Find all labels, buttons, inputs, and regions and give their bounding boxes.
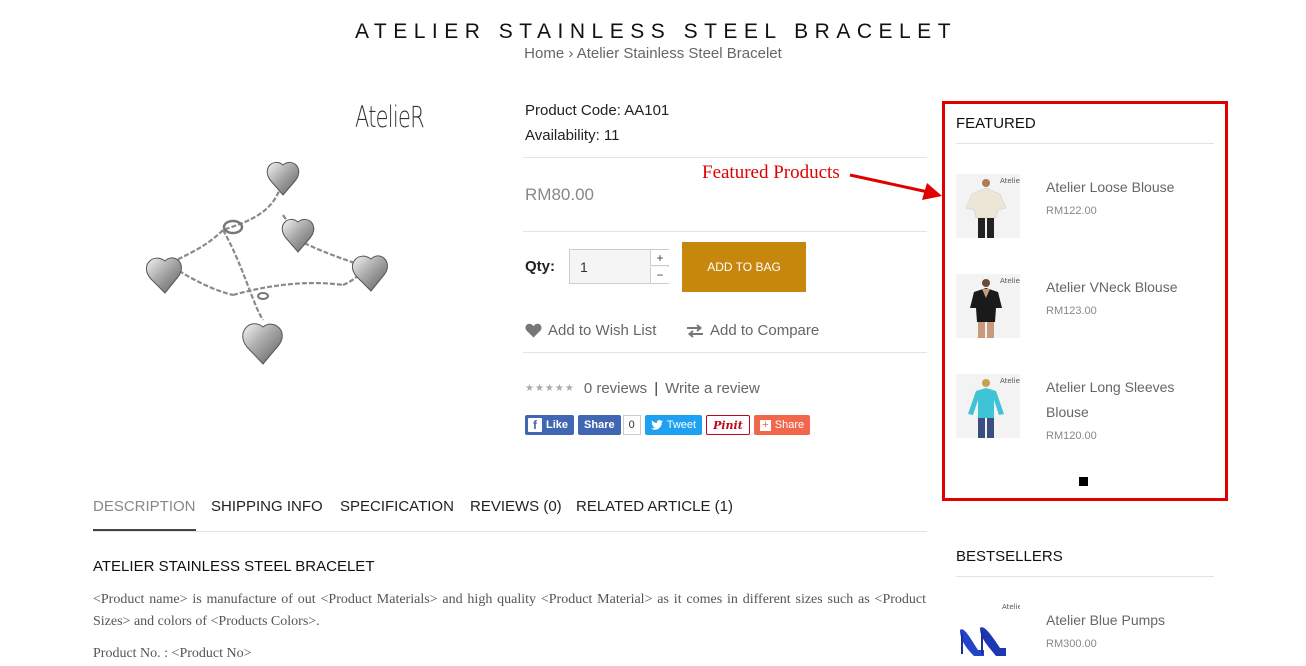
breadcrumb-separator: › — [568, 45, 574, 62]
add-to-compare-link[interactable]: Add to Compare — [686, 322, 819, 339]
qty-label: Qty: — [525, 258, 555, 275]
svg-text:AtelieR: AtelieR — [1000, 377, 1020, 385]
product-tabs: DESCRIPTION SHIPPING INFO SPECIFICATION … — [93, 498, 927, 532]
featured-products-annotation: Featured Products — [702, 162, 840, 183]
social-share-bar: f Like Share 0 Tweet Pinit + Share — [525, 415, 811, 435]
featured-product-image[interactable]: AtelieR — [956, 374, 1020, 438]
rating-row: ★★★★★ 0 reviews | Write a review — [525, 380, 760, 397]
annotation-arrow-icon — [849, 173, 942, 200]
bestsellers-heading: BESTSELLERS — [956, 548, 1063, 565]
write-review-link[interactable]: Write a review — [665, 380, 760, 397]
twitter-icon — [650, 420, 663, 430]
exchange-icon — [687, 323, 703, 338]
pinterest-pin-button[interactable]: Pinit — [706, 415, 750, 435]
bestseller-product-price: RM300.00 — [1046, 638, 1097, 650]
bestseller-product-image[interactable]: AtelieR — [956, 600, 1020, 664]
heart-icon — [525, 323, 542, 338]
description-title: ATELIER STAINLESS STEEL BRACELET — [93, 558, 375, 575]
featured-product-price: RM122.00 — [1046, 205, 1097, 217]
product-code: Product Code: AA101 — [525, 102, 670, 119]
review-separator: | — [654, 380, 659, 397]
tab-description[interactable]: DESCRIPTION — [93, 498, 196, 531]
add-to-wishlist-link[interactable]: Add to Wish List — [525, 322, 656, 339]
featured-product-price: RM120.00 — [1046, 430, 1097, 442]
tab-specification[interactable]: SPECIFICATION — [340, 498, 454, 529]
featured-product-name[interactable]: Atelier Loose Blouse — [1046, 175, 1206, 200]
description-product-no: Product No. : <Product No> — [93, 646, 252, 661]
brand-logo: AtelieR — [355, 100, 425, 134]
product-availability: Availability: 11 — [525, 127, 620, 144]
qty-increase-button[interactable]: + — [650, 250, 669, 266]
featured-heading: FEATURED — [956, 115, 1036, 132]
description-paragraph: <Product name> is manufacture of out <Pr… — [93, 592, 926, 629]
breadcrumb: Home › Atelier Stainless Steel Bracelet — [0, 45, 1306, 62]
wishlist-label: Add to Wish List — [548, 322, 657, 339]
share-count: 0 — [622, 415, 641, 435]
facebook-like-button[interactable]: f Like — [525, 415, 575, 435]
add-to-bag-button[interactable]: ADD TO BAG — [682, 242, 806, 292]
quantity-input[interactable] — [570, 250, 650, 283]
breadcrumb-current: Atelier Stainless Steel Bracelet — [576, 45, 782, 62]
qty-decrease-button[interactable]: − — [650, 267, 669, 283]
svg-text:AtelieR: AtelieR — [1000, 177, 1020, 185]
carousel-page-indicator[interactable] — [1079, 477, 1088, 486]
compare-label: Add to Compare — [710, 322, 820, 339]
quantity-stepper: + − — [569, 249, 669, 284]
tab-shipping-info[interactable]: SHIPPING INFO — [211, 498, 323, 529]
breadcrumb-home-link[interactable]: Home — [524, 45, 564, 62]
bestseller-product-name[interactable]: Atelier Blue Pumps — [1046, 608, 1206, 633]
divider — [523, 352, 927, 353]
divider — [956, 143, 1214, 144]
svg-text:AtelieR: AtelieR — [1002, 603, 1020, 611]
product-price: RM80.00 — [525, 185, 594, 204]
tab-related-article[interactable]: RELATED ARTICLE (1) — [576, 498, 733, 529]
plus-icon: + — [759, 419, 771, 431]
featured-product-price: RM123.00 — [1046, 305, 1097, 317]
featured-product-name[interactable]: Atelier Long Sleeves Blouse — [1046, 375, 1206, 425]
product-image[interactable] — [93, 155, 423, 377]
tab-reviews[interactable]: REVIEWS (0) — [470, 498, 562, 529]
google-share-button[interactable]: + Share — [753, 415, 811, 435]
tweet-button[interactable]: Tweet — [644, 415, 703, 435]
divider — [523, 157, 927, 158]
facebook-share-button[interactable]: Share — [578, 415, 621, 435]
page-title: ATELIER STAINLESS STEEL BRACELET — [354, 20, 958, 43]
reviews-count-link[interactable]: 0 reviews — [584, 380, 647, 397]
divider — [956, 576, 1214, 577]
svg-text:AtelieR: AtelieR — [1000, 277, 1020, 285]
featured-product-image[interactable]: AtelieR — [956, 174, 1020, 238]
featured-product-image[interactable]: AtelieR — [956, 274, 1020, 338]
featured-product-name[interactable]: Atelier VNeck Blouse — [1046, 275, 1206, 300]
divider — [523, 231, 927, 232]
rating-stars-icon: ★★★★★ — [525, 383, 575, 394]
facebook-icon: f — [528, 418, 542, 432]
